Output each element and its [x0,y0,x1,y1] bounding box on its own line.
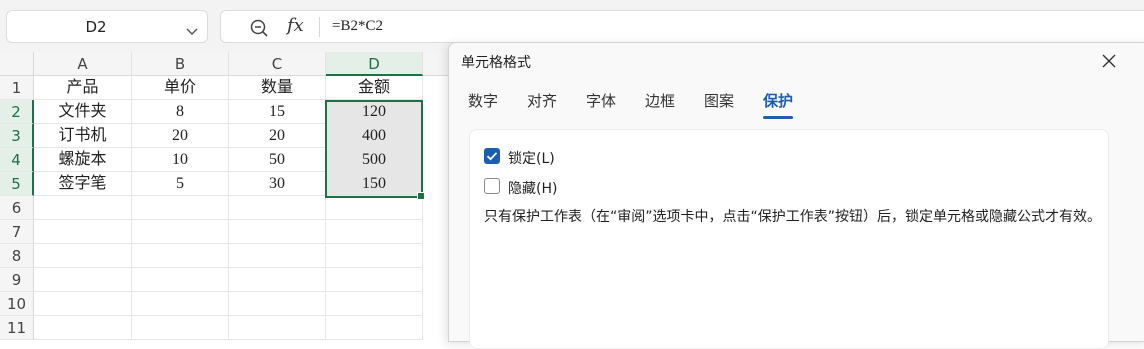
format-cells-dialog: 单元格格式 数字 对齐 字体 边框 图案 保护 锁定(L) 隐藏(H) 只有保护… [448,42,1144,349]
name-box-value: D2 [85,18,107,36]
hidden-label[interactable]: 隐藏(H) [508,178,557,198]
column-header-d[interactable]: D [326,52,423,76]
protection-panel: 锁定(L) 隐藏(H) 只有保护工作表（在“审阅”选项卡中，点击“保护工作表”按… [469,129,1109,349]
empty-cell[interactable] [326,244,423,268]
column-header-b[interactable]: B [132,52,229,76]
row-header-9[interactable]: 9 [0,268,34,292]
empty-cell[interactable] [326,196,423,220]
cell-a4[interactable]: 螺旋本 [34,148,132,172]
empty-cell[interactable] [229,196,326,220]
locked-checkbox[interactable] [484,148,500,164]
cell-a3[interactable]: 订书机 [34,124,132,148]
tab-pattern[interactable]: 图案 [704,90,734,111]
cell-c1[interactable]: 数量 [229,76,326,100]
formula-text[interactable]: =B2*C2 [332,18,383,35]
empty-cell[interactable] [34,220,132,244]
chevron-down-icon[interactable] [186,21,198,40]
hidden-checkbox[interactable] [484,178,500,194]
empty-cell[interactable] [34,292,132,316]
cell-c4[interactable]: 50 [229,148,326,172]
cell-d3[interactable]: 400 [326,124,423,148]
empty-cell[interactable] [229,292,326,316]
empty-cell[interactable] [132,292,229,316]
fx-icon[interactable]: fx [287,15,304,36]
empty-cell[interactable] [132,196,229,220]
empty-cell[interactable] [34,316,132,340]
row-header-10[interactable]: 10 [0,292,34,316]
cell-b1[interactable]: 单价 [132,76,229,100]
cell-b2[interactable]: 8 [132,100,229,124]
cell-b4[interactable]: 10 [132,148,229,172]
name-box[interactable]: D2 [6,10,208,43]
empty-cell[interactable] [132,220,229,244]
tab-protection[interactable]: 保护 [763,90,794,119]
empty-cell[interactable] [229,316,326,340]
cell-a2[interactable]: 文件夹 [34,100,132,124]
row-header-7[interactable]: 7 [0,220,34,244]
empty-cell[interactable] [326,268,423,292]
column-header-c[interactable]: C [229,52,326,76]
tab-number[interactable]: 数字 [468,90,498,111]
empty-cell[interactable] [34,196,132,220]
formula-input-area[interactable]: fx =B2*C2 [220,10,1144,43]
cell-c3[interactable]: 20 [229,124,326,148]
cell-d5[interactable]: 150 [326,172,423,196]
protection-note: 只有保护工作表（在“审阅”选项卡中，点击“保护工作表”按钮）后，锁定单元格或隐藏… [484,209,1102,225]
empty-cell[interactable] [229,268,326,292]
empty-cell[interactable] [132,316,229,340]
row-header-8[interactable]: 8 [0,244,34,268]
zoom-icon[interactable] [249,18,269,42]
empty-cell[interactable] [34,268,132,292]
row-header-11[interactable]: 11 [0,316,34,340]
row-header-1[interactable]: 1 [0,76,34,100]
empty-cell[interactable] [326,220,423,244]
tab-border[interactable]: 边框 [645,90,675,111]
cell-d2[interactable]: 120 [326,100,423,124]
empty-cell[interactable] [229,244,326,268]
row-header-2[interactable]: 2 [0,100,34,124]
tab-alignment[interactable]: 对齐 [527,90,557,111]
select-all-corner[interactable] [0,52,34,76]
row-header-4[interactable]: 4 [0,148,34,172]
empty-cell[interactable] [229,220,326,244]
dialog-title: 单元格格式 [461,55,531,71]
tab-font[interactable]: 字体 [586,90,616,111]
cell-a5[interactable]: 签字笔 [34,172,132,196]
locked-label[interactable]: 锁定(L) [508,148,555,168]
empty-cell[interactable] [34,244,132,268]
empty-cell[interactable] [326,292,423,316]
empty-cell[interactable] [132,244,229,268]
cell-b3[interactable]: 20 [132,124,229,148]
cell-d4[interactable]: 500 [326,148,423,172]
close-icon[interactable] [1100,52,1118,70]
divider [319,17,320,37]
row-header-6[interactable]: 6 [0,196,34,220]
cell-d1[interactable]: 金额 [326,76,423,100]
row-header-3[interactable]: 3 [0,124,34,148]
row-header-5[interactable]: 5 [0,172,34,196]
empty-cell[interactable] [132,268,229,292]
column-header-a[interactable]: A [34,52,132,76]
cell-c2[interactable]: 15 [229,100,326,124]
checkmark-icon [486,152,498,161]
empty-cell[interactable] [326,316,423,340]
cell-b5[interactable]: 5 [132,172,229,196]
cell-c5[interactable]: 30 [229,172,326,196]
cell-a1[interactable]: 产品 [34,76,132,100]
